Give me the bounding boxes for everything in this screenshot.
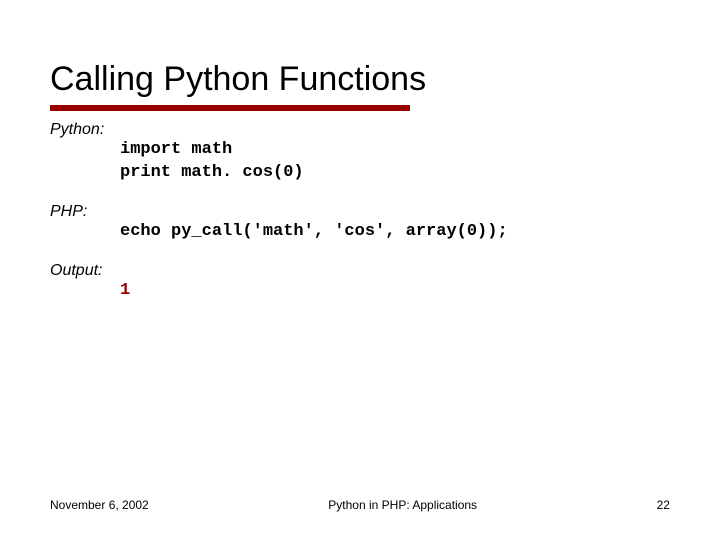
php-block: PHP: echo py_call('math', 'cos', array(0…	[50, 203, 670, 244]
output-code: 1	[120, 280, 670, 303]
footer-center: Python in PHP: Applications	[328, 498, 477, 512]
slide: Calling Python Functions Python: import …	[0, 0, 720, 540]
code-line: echo py_call('math', 'cos', array(0));	[120, 222, 508, 241]
output-label: Output:	[50, 262, 670, 280]
footer: November 6, 2002 Python in PHP: Applicat…	[50, 498, 670, 512]
footer-date: November 6, 2002	[50, 498, 149, 512]
python-block: Python: import math print math. cos(0)	[50, 121, 670, 185]
output-block: Output: 1	[50, 262, 670, 303]
footer-page: 22	[657, 498, 670, 512]
output-value: 1	[120, 281, 130, 300]
code-line: print math. cos(0)	[120, 163, 304, 182]
python-code: import math print math. cos(0)	[120, 139, 670, 185]
python-label: Python:	[50, 121, 670, 139]
code-line: import math	[120, 140, 232, 159]
page-title: Calling Python Functions	[50, 60, 670, 99]
title-underline	[50, 105, 410, 111]
php-label: PHP:	[50, 203, 670, 221]
php-code: echo py_call('math', 'cos', array(0));	[120, 221, 670, 244]
